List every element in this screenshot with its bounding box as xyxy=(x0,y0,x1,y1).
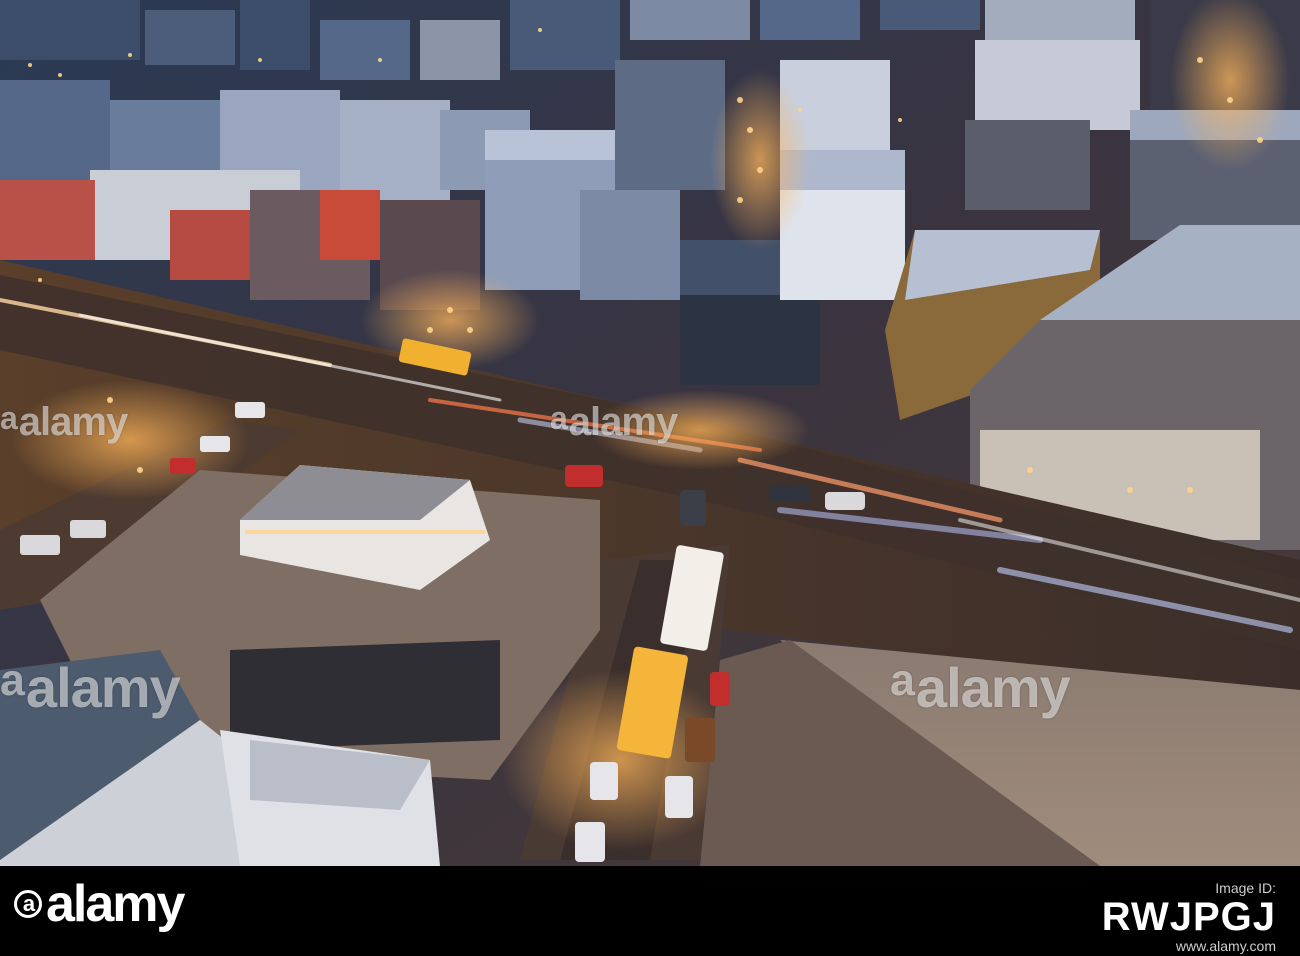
alamy-logo-text: alamy xyxy=(46,875,185,933)
city-night-scene xyxy=(0,0,1300,866)
image-meta: Image ID: RWJPGJ www.alamy.com xyxy=(1102,880,1276,954)
site-url[interactable]: www.alamy.com xyxy=(1102,938,1276,954)
stock-photo-frame: aalamy aalamy aalamy aalamy a alamy Imag… xyxy=(0,0,1300,956)
aerial-city-photo: aalamy aalamy aalamy aalamy xyxy=(0,0,1300,866)
stock-footer-bar: a alamy Image ID: RWJPGJ www.alamy.com xyxy=(0,866,1300,956)
alamy-logo-mark: a xyxy=(14,890,42,918)
image-id: RWJPGJ xyxy=(1101,895,1276,939)
alamy-logo[interactable]: a alamy xyxy=(14,875,185,933)
image-id-label: Image ID: xyxy=(1215,880,1276,896)
